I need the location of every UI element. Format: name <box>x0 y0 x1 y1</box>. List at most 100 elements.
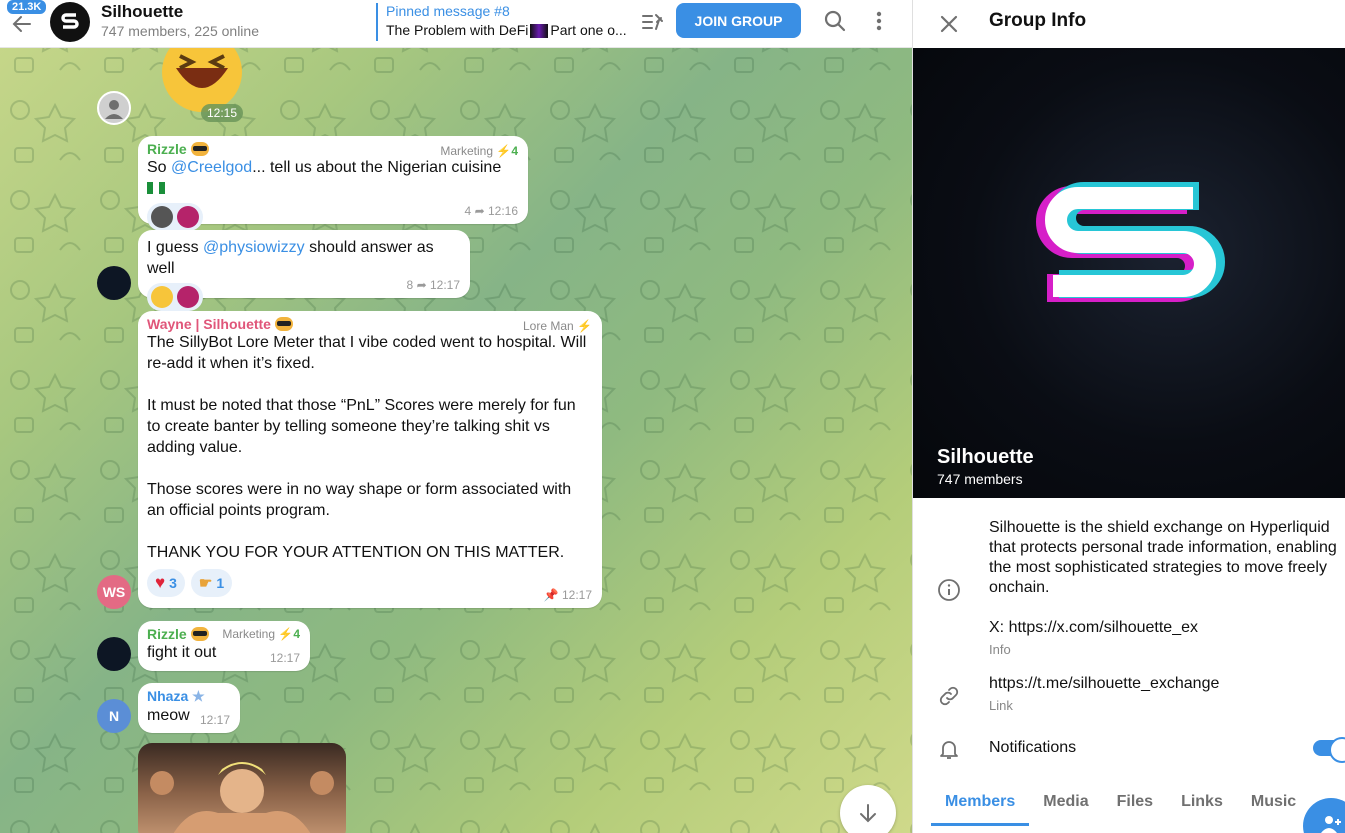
sender-avatar[interactable] <box>97 91 131 125</box>
x-link: X: https://x.com/silhouette_ex <box>989 619 1198 636</box>
message-text-start: So <box>147 159 172 176</box>
media-tabs: Members Media Files Links Music <box>913 780 1345 828</box>
pinned-title: Pinned message #8 <box>386 3 510 19</box>
reactor-avatar <box>151 206 173 228</box>
sender-avatar[interactable] <box>97 637 131 671</box>
pinned-message[interactable]: Pinned message #8 The Problem with DeFi P… <box>376 3 626 41</box>
message-bubble[interactable]: I guess @physiowizzy should answer as we… <box>138 230 470 311</box>
message-paragraph: Those scores were in no way shape or for… <box>147 481 572 519</box>
mention-link[interactable]: @Creelgod <box>171 159 252 176</box>
message-meta: 8 ➦ 12:17 <box>407 278 460 292</box>
pinned-list-button[interactable] <box>640 9 666 35</box>
heart-icon: ♥ <box>155 573 166 592</box>
info-row-description[interactable]: Silhouette is the shield exchange on Hyp… <box>913 518 1345 663</box>
message-meta: 4 ➦ 12:16 <box>465 204 518 218</box>
silhouette-logo-icon <box>61 13 79 29</box>
sender-name: Wayne | Silhouette <box>147 316 271 332</box>
reaction-hand[interactable]: ☛ 1 <box>190 569 233 597</box>
reply-count: 4 <box>464 204 472 218</box>
sticker-time: 12:15 <box>201 104 244 122</box>
tab-media[interactable]: Media <box>1029 780 1102 826</box>
arrow-down-icon <box>860 804 876 823</box>
laughing-emoji-icon <box>151 286 173 308</box>
message-sender: Nhaza ★ <box>147 688 231 705</box>
panel-title: Group Info <box>989 10 1087 31</box>
sunglasses-emoji-icon <box>190 627 209 641</box>
lightning-icon: ⚡ <box>577 319 592 333</box>
pinned-text-after: Part one o... <box>550 22 626 38</box>
join-group-button[interactable]: JOIN GROUP <box>676 3 801 38</box>
pin-icon: 📌 <box>543 588 559 602</box>
sender-avatar[interactable]: WS <box>97 575 131 609</box>
link-icon <box>939 686 959 706</box>
role-level: 4 <box>511 144 518 158</box>
role-title: Marketing <box>440 144 494 158</box>
group-status: 747 members, 225 online <box>101 23 259 39</box>
image-message[interactable] <box>138 743 346 833</box>
message-time: 12:17 <box>561 588 592 602</box>
group-description: Silhouette is the shield exchange on Hyp… <box>989 519 1337 596</box>
message-text: So @Creelgod... tell us about the Nigeri… <box>147 157 519 199</box>
close-button[interactable] <box>933 8 965 40</box>
member-count: 747 members <box>937 471 1023 487</box>
sunglasses-emoji-icon <box>274 317 293 331</box>
reply-arrow-icon: ➦ <box>416 278 427 292</box>
notifications-label: Notifications <box>989 739 1077 756</box>
reply-count: 8 <box>406 278 414 292</box>
message-time: 12:17 <box>269 651 300 665</box>
group-info-panel: Group Info Silhouette 747 members Silhou… <box>912 0 1345 833</box>
reaction-chip[interactable] <box>147 203 203 231</box>
message-time: 12:17 <box>199 713 230 727</box>
tab-links[interactable]: Links <box>1167 780 1237 826</box>
group-name[interactable]: Silhouette <box>101 2 183 22</box>
tab-music[interactable]: Music <box>1237 780 1310 826</box>
sender-name: Rizzle <box>147 141 187 157</box>
scroll-to-bottom-button[interactable] <box>840 785 896 833</box>
message-bubble[interactable]: Wayne | Silhouette Lore Man ⚡ The SillyB… <box>138 311 602 608</box>
info-row-link[interactable]: https://t.me/silhouette_exchange Link <box>913 674 1345 720</box>
reactions <box>147 203 519 231</box>
message-bubble[interactable]: Rizzle Marketing ⚡4 So @Creelgod... tell… <box>138 136 528 231</box>
group-avatar[interactable] <box>50 2 90 42</box>
sender-name: Rizzle <box>147 626 187 642</box>
link-label: Link <box>989 698 1013 713</box>
message-time: 12:16 <box>487 204 518 218</box>
more-options-button[interactable] <box>866 8 892 34</box>
message-bubble[interactable]: Rizzle Marketing ⚡4 fight it out 12:17 <box>138 621 310 671</box>
message-bubble[interactable]: Nhaza ★ meow 12:17 <box>138 683 240 733</box>
tab-members[interactable]: Members <box>931 780 1030 826</box>
sender-avatar[interactable] <box>97 266 131 300</box>
group-cover-image[interactable]: Silhouette 747 members <box>913 48 1345 498</box>
message-paragraph: The SillyBot Lore Meter that I vibe code… <box>147 334 587 372</box>
sender-avatar[interactable]: N <box>97 699 131 733</box>
tab-files[interactable]: Files <box>1103 780 1167 826</box>
member-role: Lore Man ⚡ <box>523 319 592 333</box>
portrait-avatar-icon <box>105 100 123 119</box>
chat-panel: 21.3K Silhouette 747 members, 225 online… <box>0 0 912 833</box>
message-paragraph: It must be noted that those “PnL” Scores… <box>147 397 576 456</box>
reaction-chip[interactable] <box>147 283 203 311</box>
pinned-text-before: The Problem with DeFi <box>386 22 529 38</box>
close-icon <box>940 15 958 33</box>
message-meta: 📌 12:17 <box>544 588 592 602</box>
reaction-heart[interactable]: ♥ 3 <box>147 569 185 597</box>
nigeria-flag-icon <box>147 182 165 194</box>
info-icon <box>938 579 960 601</box>
reactor-avatar <box>177 206 199 228</box>
info-row-notifications[interactable]: Notifications <box>913 735 1345 765</box>
search-icon <box>824 10 846 32</box>
sunglasses-emoji-icon <box>190 142 209 156</box>
mention-link[interactable]: @physiowizzy <box>203 239 305 256</box>
notifications-toggle[interactable] <box>1313 737 1345 763</box>
invite-link: https://t.me/silhouette_exchange <box>989 675 1220 692</box>
star-icon: ★ <box>192 688 205 704</box>
bell-icon <box>940 741 958 759</box>
reaction-count: 1 <box>216 575 225 591</box>
add-user-icon <box>1321 816 1341 833</box>
search-button[interactable] <box>822 8 848 34</box>
message-time: 12:17 <box>429 278 460 292</box>
pinned-text: The Problem with DeFi Part one o... <box>386 22 626 39</box>
role-title: Lore Man <box>523 319 574 333</box>
info-label: Info <box>989 642 1011 657</box>
silhouette-logo-icon <box>1036 182 1225 302</box>
